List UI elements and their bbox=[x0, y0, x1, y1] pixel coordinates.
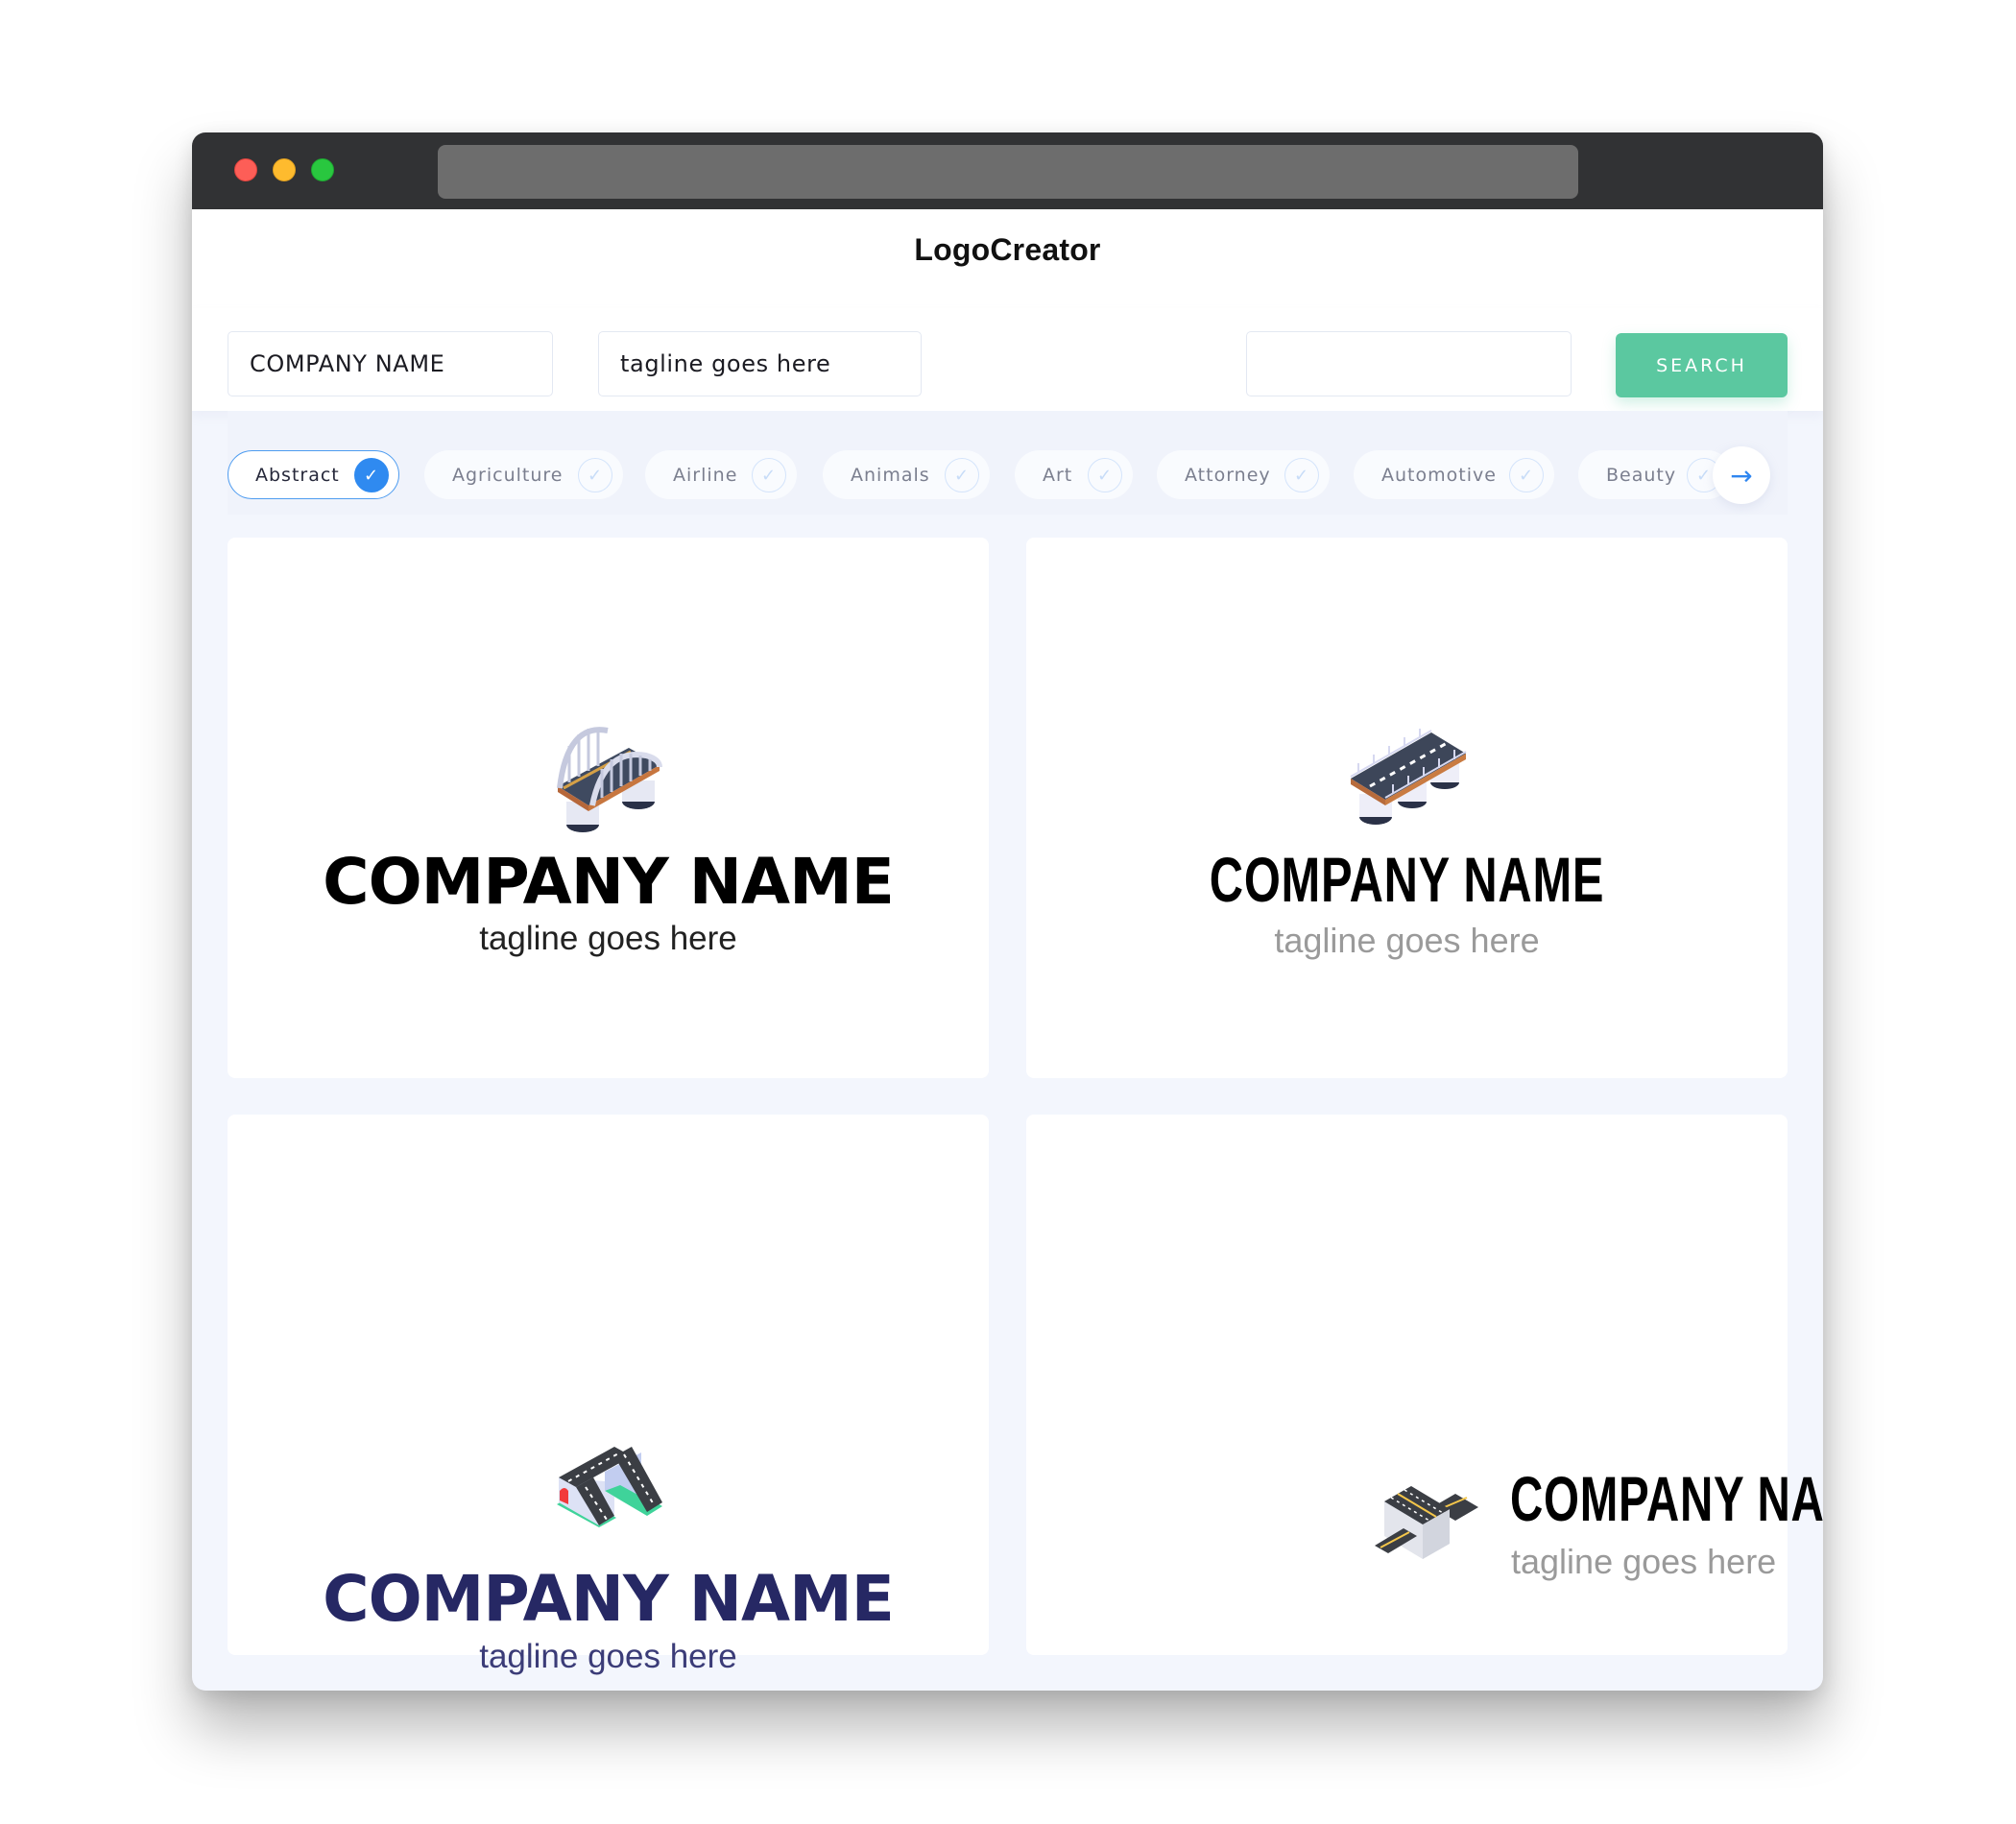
browser-titlebar bbox=[192, 132, 1823, 209]
filter-chip-art[interactable]: Art ✓ bbox=[1015, 450, 1133, 499]
road-bridge-icon bbox=[1350, 729, 1467, 825]
filter-chip-label: Art bbox=[1043, 464, 1073, 486]
filters-next-button[interactable]: → bbox=[1713, 446, 1770, 504]
logo-company-name: COMPANY NAME bbox=[1209, 844, 1605, 915]
filter-chip-label: Agriculture bbox=[452, 464, 564, 486]
filter-chip-animals[interactable]: Animals ✓ bbox=[823, 450, 990, 499]
arch-bridge-icon bbox=[557, 727, 662, 832]
logo-card[interactable]: COMPANY NAME tagline goes here bbox=[228, 538, 989, 1078]
logo-tagline: tagline goes here bbox=[1511, 1542, 1777, 1581]
close-window-button[interactable] bbox=[234, 158, 257, 181]
logo-company-name: COMPANY NAME bbox=[1510, 1463, 1823, 1534]
filter-chip-label: Attorney bbox=[1185, 464, 1271, 486]
highway-interchange-icon bbox=[1375, 1486, 1478, 1559]
brand-logo[interactable]: LogoCreator bbox=[192, 232, 1823, 268]
filter-chip-label: Automotive bbox=[1381, 464, 1497, 486]
filter-chip-label: Abstract bbox=[255, 464, 340, 486]
tagline-input[interactable] bbox=[598, 331, 922, 396]
filter-chip-attorney[interactable]: Attorney ✓ bbox=[1157, 450, 1330, 499]
arrow-right-icon: → bbox=[1730, 459, 1753, 492]
logo-card[interactable]: COMPANY NAME tagline goes here bbox=[1026, 1115, 1823, 1655]
filter-chip-label: Animals bbox=[851, 464, 930, 486]
filter-chip-airline[interactable]: Airline ✓ bbox=[645, 450, 797, 499]
check-icon: ✓ bbox=[578, 458, 612, 492]
address-bar[interactable] bbox=[438, 145, 1578, 199]
check-icon: ✓ bbox=[1284, 458, 1319, 492]
filter-chip-abstract[interactable]: Abstract ✓ bbox=[228, 450, 399, 499]
filter-chip-beauty[interactable]: Beauty ✓ bbox=[1578, 450, 1732, 499]
keyword-input[interactable] bbox=[1246, 331, 1572, 396]
maximize-window-button[interactable] bbox=[311, 158, 334, 181]
logo-tagline: tagline goes here bbox=[1274, 921, 1540, 960]
check-icon: ✓ bbox=[945, 458, 979, 492]
logo-company-name: COMPANY NAME bbox=[323, 1562, 895, 1636]
category-filter-bar: Abstract ✓ Agriculture ✓ Airline ✓ Anima… bbox=[228, 411, 1788, 515]
check-icon: ✓ bbox=[354, 458, 389, 492]
logo-card[interactable]: COMPANY NAME tagline goes here bbox=[228, 1115, 989, 1675]
check-icon: ✓ bbox=[1088, 458, 1122, 492]
search-button[interactable]: SEARCH bbox=[1616, 333, 1788, 397]
overpass-tunnel-icon bbox=[557, 1447, 662, 1527]
logo-tagline: tagline goes here bbox=[479, 920, 737, 957]
browser-window: LogoCreator SEARCH Abstract ✓ Agricultur… bbox=[192, 132, 1823, 1691]
site-header: LogoCreator bbox=[192, 209, 1823, 308]
filter-chip-agriculture[interactable]: Agriculture ✓ bbox=[424, 450, 623, 499]
minimize-window-button[interactable] bbox=[273, 158, 296, 181]
search-bar: SEARCH bbox=[192, 308, 1823, 411]
filter-chip-automotive[interactable]: Automotive ✓ bbox=[1354, 450, 1554, 499]
check-icon: ✓ bbox=[1509, 458, 1544, 492]
logo-tagline: tagline goes here bbox=[479, 1638, 737, 1675]
logo-company-name: COMPANY NAME bbox=[323, 845, 895, 919]
filter-chip-label: Airline bbox=[673, 464, 738, 486]
filter-chip-label: Beauty bbox=[1606, 464, 1677, 486]
company-name-input[interactable] bbox=[228, 331, 553, 396]
logo-card[interactable]: COMPANY NAME tagline goes here bbox=[1026, 538, 1788, 1078]
check-icon: ✓ bbox=[752, 458, 786, 492]
